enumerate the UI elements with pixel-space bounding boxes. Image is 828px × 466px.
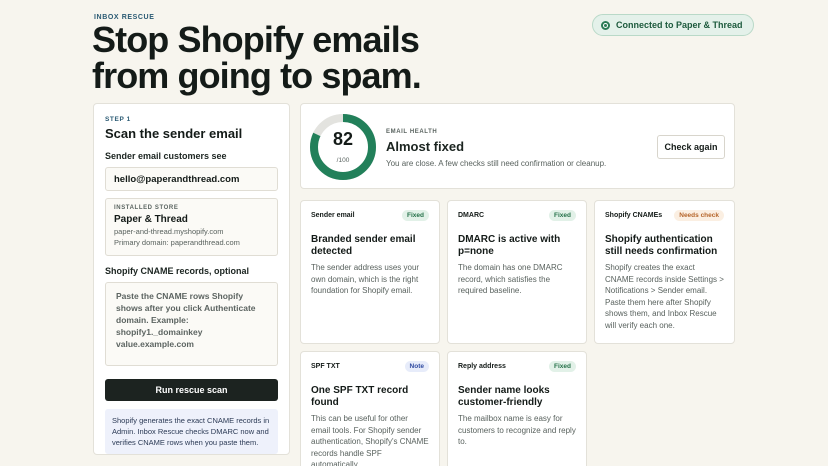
status-badge: Needs check [674,209,724,221]
check-title: DMARC is active with p=none [458,234,561,257]
check-card-reply-address: Reply address Fixed Sender name looks cu… [447,351,587,466]
health-label: EMAIL HEALTH [386,129,438,135]
check-title: Branded sender email detected [311,234,416,257]
health-score: 82 [332,129,354,149]
status-badge: Fixed [402,209,429,221]
cname-input[interactable] [105,282,278,366]
scan-panel: STEP 1 Scan the sender email Sender emai… [93,103,290,455]
store-domain: paper-and-thread.myshopify.com [114,227,224,236]
store-name: Paper & Thread [114,214,188,225]
check-card-shopify-cnames: Shopify CNAMEs Needs check Shopify authe… [594,200,735,344]
installed-store-card: INSTALLED STORE Paper & Thread paper-and… [105,198,278,256]
check-again-button[interactable]: Check again [657,135,725,159]
health-status: Almost fixed [386,139,465,154]
check-name: Sender email [311,211,355,219]
check-description: The mailbox name is easy for customers t… [458,414,576,446]
health-gauge: 82 /100 [309,113,377,181]
status-badge: Fixed [549,209,576,221]
check-title: Shopify authentication still needs confi… [605,234,718,257]
check-card-dmarc: DMARC Fixed DMARC is active with p=none … [447,200,587,344]
sender-email-input[interactable] [105,167,278,191]
check-name: Shopify CNAMEs [605,211,663,219]
connection-label: Connected to Paper & Thread [616,20,743,30]
status-badge: Fixed [549,360,576,372]
title-line-1: Stop Shopify emails [92,19,420,60]
scan-title: Scan the sender email [105,126,243,141]
step-label: STEP 1 [105,116,131,123]
page-title: Stop Shopify emails from going to spam. [92,22,512,94]
check-title: One SPF TXT record found [311,385,409,408]
status-badge: Note [404,360,429,372]
cname-label: Shopify CNAME records, optional [105,266,250,276]
check-description: The domain has one DMARC record, which s… [458,263,563,295]
check-description: Shopify creates the exact CNAME records … [605,263,724,330]
health-score-max: /100 [336,157,350,164]
check-description: This can be useful for other email tools… [311,414,429,466]
check-name: SPF TXT [311,362,340,370]
email-health-card: 82 /100 EMAIL HEALTH Almost fixed You ar… [300,103,735,189]
check-card-spf-txt: SPF TXT Note One SPF TXT record found Th… [300,351,440,466]
check-description: The sender address uses your own domain,… [311,263,420,295]
info-note: Shopify generates the exact CNAME record… [105,409,278,454]
run-rescue-scan-button[interactable]: Run rescue scan [105,379,278,401]
store-primary-domain: Primary domain: paperandthread.com [114,238,240,247]
connection-status-badge: Connected to Paper & Thread [592,14,754,36]
check-name: DMARC [458,211,485,219]
check-card-sender-email: Sender email Fixed Branded sender email … [300,200,440,344]
status-dot-icon [601,20,610,30]
health-description: You are close. A few checks still need c… [386,159,607,168]
store-tag: INSTALLED STORE [114,205,179,211]
sender-email-label: Sender email customers see [105,151,227,161]
check-title: Sender name looks customer-friendly [458,385,550,408]
check-name: Reply address [458,362,506,370]
title-line-2: from going to spam. [92,55,422,96]
